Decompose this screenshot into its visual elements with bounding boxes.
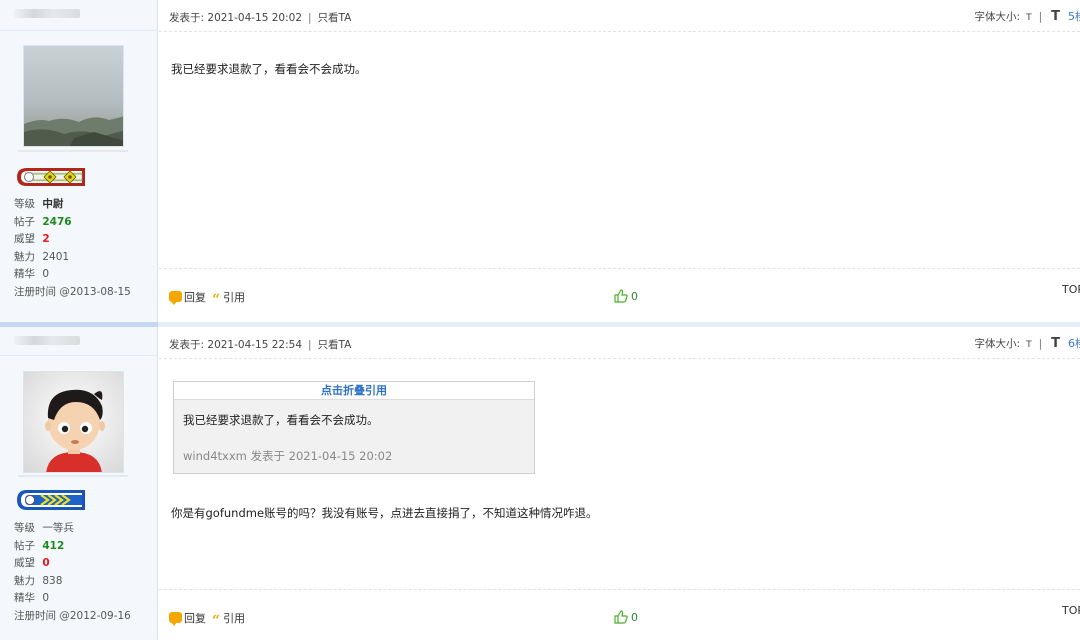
- font-large-button[interactable]: T: [1051, 9, 1060, 24]
- post-main: 发表于: 2021-04-15 22:54|只看TA 字体大小:T|T 6楼 点…: [159, 327, 1080, 640]
- username[interactable]: [14, 9, 80, 19]
- user-sidebar: 等级 一等兵 帖子 412 威望 0 魅力 838 精华 0 注册时间 @201…: [0, 327, 158, 640]
- thumbs-up-icon: [614, 289, 628, 303]
- font-large-button[interactable]: T: [1051, 336, 1060, 351]
- floor-number[interactable]: 5楼: [1068, 8, 1080, 24]
- post-footer: 回复 “引用 0 TOP: [159, 268, 1080, 322]
- registered-value: @2013-08-15: [59, 285, 131, 298]
- like-button[interactable]: 0: [614, 289, 638, 303]
- avatar[interactable]: [23, 371, 124, 473]
- forum-post: 等级 中尉 帖子 2476 威望 2 魅力 2401 精华 0 注册时间 @20…: [0, 0, 1080, 322]
- prestige-row: 威望 0: [14, 557, 50, 569]
- like-button[interactable]: 0: [614, 610, 638, 624]
- essence-value: 0: [42, 268, 50, 280]
- forum-post: 等级 一等兵 帖子 412 威望 0 魅力 838 精华 0 注册时间 @201…: [0, 327, 1080, 640]
- post-footer: 回复 “引用 0 TOP: [159, 589, 1080, 640]
- prestige-row: 威望 2: [14, 233, 50, 245]
- post-content: 我已经要求退款了，看看会不会成功。: [171, 62, 367, 76]
- post-time: 2021-04-15 22:54: [207, 339, 303, 351]
- like-count: 0: [631, 611, 638, 624]
- reply-icon: [169, 612, 182, 626]
- post-content: 你是有gofundme账号的吗？我没有账号，点进去直接捐了，不知道这种情况咋退。: [171, 506, 598, 520]
- avatar[interactable]: [23, 45, 124, 147]
- only-ta-link[interactable]: 只看TA: [318, 12, 352, 24]
- charm-row: 魅力 838: [14, 574, 63, 587]
- quote-source: wind4txxm 发表于 2021-04-15 20:02: [183, 449, 393, 463]
- collapse-quote-toggle[interactable]: 点击折叠引用: [174, 382, 534, 400]
- font-size-control: 字体大小: T | T: [974, 336, 1060, 351]
- reply-button[interactable]: 回复: [169, 289, 206, 305]
- username[interactable]: [14, 336, 80, 346]
- quote-button[interactable]: “引用: [212, 289, 245, 308]
- charm-value: 2401: [42, 250, 70, 263]
- charm-row: 魅力 2401: [14, 250, 70, 263]
- floor-number[interactable]: 6楼: [1068, 335, 1080, 351]
- level-value: 中尉: [42, 198, 64, 210]
- quote-button[interactable]: “引用: [212, 610, 245, 629]
- level-value: 一等兵: [42, 522, 74, 534]
- rank-epaulette-chevrons-icon: [15, 486, 87, 514]
- posts-row: 帖子 412: [14, 539, 65, 552]
- registered-row: 注册时间 @2013-08-15: [14, 285, 131, 298]
- post-time: 2021-04-15 20:02: [207, 12, 303, 24]
- level-row: 等级 中尉: [14, 198, 64, 210]
- user-stats: 等级 中尉 帖子 2476 威望 2 魅力 2401 精华 0 注册时间 @20…: [14, 196, 154, 301]
- user-sidebar: 等级 中尉 帖子 2476 威望 2 魅力 2401 精华 0 注册时间 @20…: [0, 0, 158, 322]
- prestige-value: 2: [42, 233, 50, 245]
- level-row: 等级 一等兵: [14, 522, 74, 534]
- posts-row: 帖子 2476: [14, 215, 72, 228]
- registered-row: 注册时间 @2012-09-16: [14, 609, 131, 622]
- reply-icon: [169, 291, 182, 305]
- font-small-button[interactable]: T: [1026, 13, 1032, 23]
- prestige-value: 0: [42, 557, 50, 569]
- font-small-button[interactable]: T: [1026, 340, 1032, 350]
- essence-row: 精华 0: [14, 592, 50, 604]
- essence-value: 0: [42, 592, 50, 604]
- rank-epaulette-two-stars-icon: [15, 162, 87, 190]
- post-header: 发表于: 2021-04-15 20:02|只看TA 字体大小:T|T 5楼: [159, 0, 1080, 32]
- user-stats: 等级 一等兵 帖子 412 威望 0 魅力 838 精华 0 注册时间 @201…: [14, 520, 154, 625]
- quote-icon: “: [212, 613, 221, 629]
- quote-icon: “: [212, 292, 221, 308]
- registered-value: @2012-09-16: [59, 609, 131, 622]
- like-count: 0: [631, 290, 638, 303]
- top-link[interactable]: TOP: [1062, 604, 1080, 617]
- only-ta-link[interactable]: 只看TA: [318, 339, 352, 351]
- post-count-value: 2476: [42, 215, 72, 228]
- post-meta: 发表于: 2021-04-15 20:02 | 只看TA: [169, 12, 352, 24]
- post-header: 发表于: 2021-04-15 22:54|只看TA 字体大小:T|T 6楼: [159, 327, 1080, 359]
- thumbs-up-icon: [614, 610, 628, 624]
- post-main: 发表于: 2021-04-15 20:02|只看TA 字体大小:T|T 5楼 我…: [159, 0, 1080, 322]
- quoted-text: 我已经要求退款了，看看会不会成功。: [183, 413, 379, 427]
- post-meta: 发表于: 2021-04-15 22:54 | 只看TA: [169, 339, 352, 351]
- quote-block: 点击折叠引用 我已经要求退款了，看看会不会成功。 wind4txxm 发表于 2…: [173, 381, 535, 474]
- reply-button[interactable]: 回复: [169, 610, 206, 626]
- font-size-control: 字体大小: T | T: [974, 9, 1060, 24]
- top-link[interactable]: TOP: [1062, 283, 1080, 296]
- charm-value: 838: [42, 574, 63, 587]
- post-count-value: 412: [42, 539, 65, 552]
- essence-row: 精华 0: [14, 268, 50, 280]
